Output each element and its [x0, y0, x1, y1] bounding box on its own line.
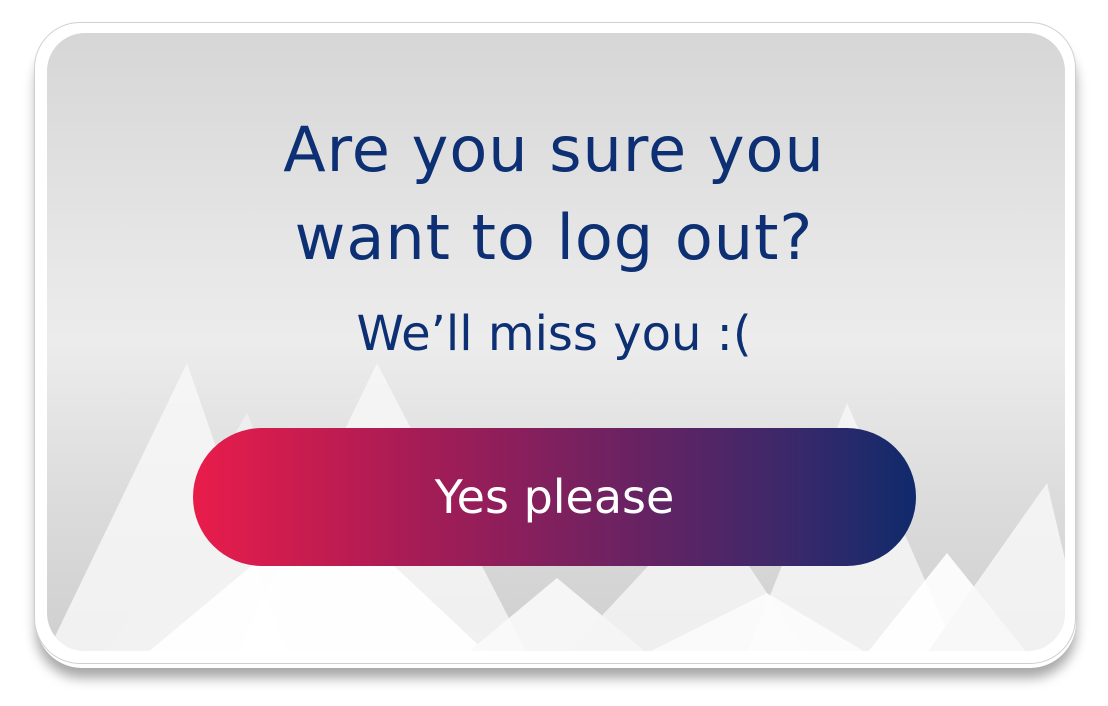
dialog-title-line-1: Are you sure you	[283, 113, 825, 186]
confirm-logout-button-label: Yes please	[434, 470, 675, 524]
logout-confirmation-screen: Are you sure you want to log out? We’ll …	[0, 0, 1108, 706]
confirm-logout-button[interactable]: Yes please	[193, 428, 916, 566]
dialog-subtitle: We’ll miss you :(	[356, 306, 752, 362]
dialog-title-line-2: want to log out?	[294, 201, 814, 274]
